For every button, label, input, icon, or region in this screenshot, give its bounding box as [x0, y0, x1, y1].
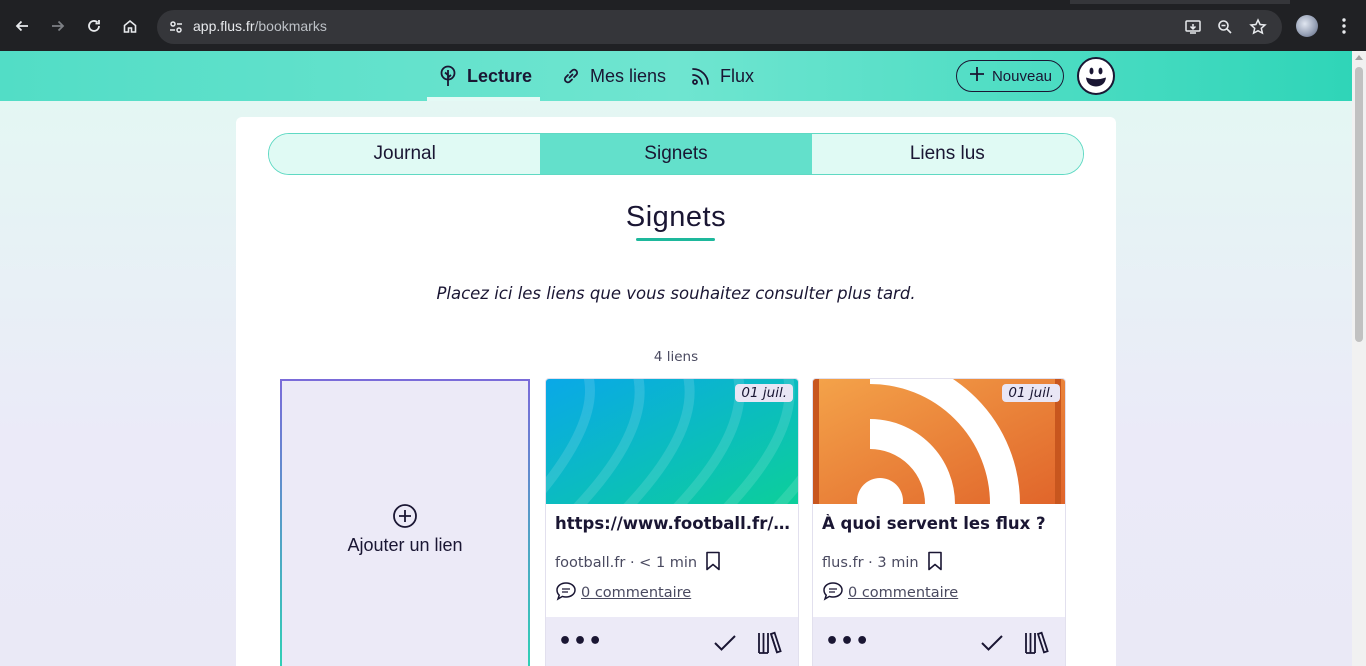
tab-signets[interactable]: Signets: [540, 134, 812, 174]
link-title[interactable]: À quoi servent les flux ?: [822, 514, 1060, 533]
tab-journal[interactable]: Journal: [269, 134, 541, 174]
forward-icon[interactable]: [45, 13, 71, 39]
nav-mes-liens-label: Mes liens: [590, 65, 667, 86]
scroll-up-icon[interactable]: [1355, 55, 1363, 60]
link-source-duration: flus.fr · 3 min: [822, 555, 919, 571]
link-card[interactable]: 01 juil. À quoi servent les flux ? flus.…: [813, 379, 1065, 666]
comments-count[interactable]: 0 commentaire: [581, 585, 691, 601]
mark-read-icon[interactable]: [979, 630, 1005, 656]
url-path: /bookmarks: [254, 18, 327, 34]
link-meta: flus.fr · 3 min: [822, 551, 943, 575]
comments-link[interactable]: 0 commentaire: [822, 581, 958, 605]
links-count: 4 liens: [653, 349, 699, 365]
tree-icon: [437, 65, 459, 87]
nav-flux[interactable]: Flux: [690, 51, 754, 101]
reading-tabs: Journal Signets Liens lus: [268, 133, 1084, 175]
link-date: 01 juil.: [735, 384, 793, 402]
scrollbar-thumb[interactable]: [1355, 67, 1363, 342]
content-card: Journal Signets Liens lus Signets Placez…: [236, 117, 1116, 666]
link-actions: •••: [813, 617, 1065, 666]
zoom-icon[interactable]: [1213, 15, 1237, 39]
link-source-duration: football.fr · < 1 min: [555, 555, 698, 571]
address-bar[interactable]: app.flus.fr/bookmarks: [157, 10, 1282, 44]
nav-lecture-label: Lecture: [467, 65, 533, 86]
site-settings-icon[interactable]: [165, 16, 187, 38]
browser-toolbar: app.flus.fr/bookmarks: [0, 0, 1366, 51]
app-header: Lecture Mes liens Flux Nouveau: [0, 51, 1352, 101]
link-card[interactable]: 01 juil. https://www.football.fr/france/…: [546, 379, 798, 666]
more-options-icon[interactable]: •••: [558, 629, 603, 654]
bookmark-star-icon[interactable]: [1246, 15, 1270, 39]
page-title: Signets: [625, 201, 727, 233]
link-title[interactable]: https://www.football.fr/france/football-…: [555, 514, 793, 533]
add-link-button[interactable]: Ajouter un lien: [280, 379, 530, 666]
smiley-icon: [1086, 67, 1106, 87]
tab-strip-active-hint: [1070, 0, 1290, 4]
more-options-icon[interactable]: •••: [825, 629, 870, 654]
link-icon: [560, 65, 582, 87]
nav-flux-label: Flux: [720, 65, 755, 86]
comment-icon: [555, 581, 577, 605]
comment-icon: [822, 581, 844, 605]
user-avatar[interactable]: [1077, 57, 1115, 95]
url-host: app.flus.fr: [193, 18, 255, 34]
new-button-label: Nouveau: [991, 67, 1053, 85]
rss-icon: [690, 65, 712, 87]
plus-circle-icon: [392, 503, 418, 533]
bookmark-icon[interactable]: [927, 551, 943, 575]
comments-link[interactable]: 0 commentaire: [555, 581, 691, 605]
add-link-label: Ajouter un lien: [347, 534, 463, 555]
comments-count[interactable]: 0 commentaire: [848, 585, 958, 601]
new-button[interactable]: Nouveau: [956, 60, 1064, 92]
back-icon[interactable]: [9, 13, 35, 39]
nav-lecture[interactable]: Lecture: [426, 51, 541, 101]
link-thumbnail[interactable]: 01 juil.: [813, 379, 1065, 504]
library-icon[interactable]: [1023, 630, 1049, 656]
scrollbar[interactable]: [1352, 51, 1366, 666]
url-text: app.flus.fr/bookmarks: [193, 18, 327, 34]
plus-icon: [968, 65, 986, 87]
link-meta: football.fr · < 1 min: [555, 551, 721, 575]
page-description: Placez ici les liens que vous souhaitez …: [436, 284, 916, 303]
browser-menu-icon[interactable]: [1334, 14, 1354, 38]
link-thumbnail[interactable]: 01 juil.: [546, 379, 798, 504]
link-actions: •••: [546, 617, 798, 666]
tab-liens-lus[interactable]: Liens lus: [811, 134, 1083, 174]
reload-icon[interactable]: [81, 13, 107, 39]
bookmark-icon[interactable]: [705, 551, 721, 575]
install-app-icon[interactable]: [1181, 15, 1205, 39]
mark-read-icon[interactable]: [712, 630, 738, 656]
profile-avatar-icon[interactable]: [1296, 15, 1318, 37]
library-icon[interactable]: [756, 630, 782, 656]
link-date: 01 juil.: [1002, 384, 1060, 402]
title-underline: [636, 238, 715, 241]
nav-mes-liens[interactable]: Mes liens: [560, 51, 666, 101]
home-icon[interactable]: [117, 13, 143, 39]
